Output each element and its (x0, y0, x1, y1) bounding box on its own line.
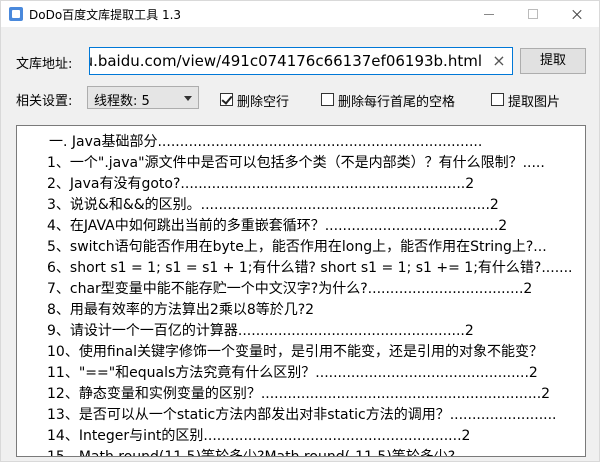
chevron-down-icon (184, 96, 192, 101)
content-line: 7、char型变量中能不能存贮一个中文汉字?为什么?..............… (47, 281, 533, 297)
url-input[interactable]: ps://wenku.baidu.com/view/491c074176c661… (89, 47, 513, 75)
close-icon[interactable] (555, 1, 599, 27)
app-window: DoDo百度文库提取工具 1.3 文库地址: ps://wenku.baidu.… (0, 0, 600, 462)
trim-spaces-checkbox[interactable] (321, 93, 334, 106)
content-line: 15、Math.round(11.5)等於多少?Math.round(-11.5… (47, 449, 571, 457)
trim-spaces-label[interactable]: 删除每行首尾的空格 (338, 91, 455, 110)
minimize-icon[interactable] (467, 1, 511, 27)
content-line: 一. Java基础部分.............................… (49, 134, 483, 150)
url-input-value: ps://wenku.baidu.com/view/491c074176c661… (90, 52, 482, 70)
content-line: 5、switch语句能否作用在byte上，能否作用在long上，能否作用在Str… (47, 239, 547, 255)
settings-label: 相关设置: (16, 94, 73, 109)
fetch-button[interactable]: 提取 (520, 48, 586, 74)
url-label: 文库地址: (16, 57, 73, 72)
window-title: DoDo百度文库提取工具 1.3 (29, 8, 182, 22)
content-line: 3、说说&和&&的区别。............................… (47, 197, 499, 213)
content-line: 13、是否可以从一个static方法内部发出对非static方法的调用？....… (47, 407, 557, 423)
extract-images-checkbox[interactable] (491, 93, 504, 106)
clear-icon[interactable]: × (486, 48, 512, 74)
extract-images-label[interactable]: 提取图片 (508, 91, 560, 110)
content-line: 11、"=="和equals方法究竟有什么区别？................… (47, 365, 538, 381)
content-textarea[interactable]: 一. Java基础部分.............................… (16, 125, 586, 457)
title-bar[interactable]: DoDo百度文库提取工具 1.3 (1, 1, 599, 27)
remove-blank-lines-checkbox[interactable] (220, 93, 233, 106)
content-line: 4、在JAVA中如何跳出当前的多重嵌套循环？..................… (47, 218, 508, 234)
content-line: 6、short s1 = 1; s1 = s1 + 1;有什么错? short … (47, 260, 573, 276)
remove-blank-lines-label[interactable]: 删除空行 (237, 91, 289, 110)
content-line: 9、请设计一个一百亿的计算器..........................… (47, 323, 474, 339)
content-line: 1、一个".java"源文件中是否可以包括多个类（不是内部类）？有什么限制？..… (47, 155, 545, 171)
content-line: 10、使用final关键字修饰一个变量时，是引用不能变，还是引用的对象不能变？ (47, 344, 543, 360)
content-line: 14、Integer与int的区别.......................… (47, 428, 471, 444)
content-line: 8、用最有效率的方法算出2乘以8等於几?2 (47, 302, 315, 318)
maximize-icon[interactable] (511, 1, 555, 27)
threads-select-value: 线程数: 5 (94, 94, 150, 109)
app-icon (9, 7, 23, 21)
content-line: 2、Java有没有goto?..........................… (47, 176, 475, 192)
content-line: 12、静态变量和实例变量的区别？........................… (47, 386, 551, 402)
threads-select[interactable]: 线程数: 5 (87, 86, 199, 109)
